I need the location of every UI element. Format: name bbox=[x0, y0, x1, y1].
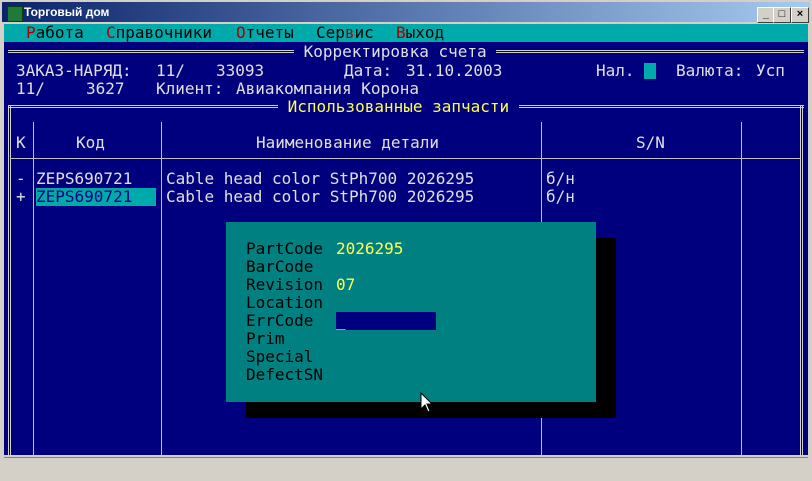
date-label: Дата: bbox=[344, 61, 393, 80]
console-area: Работа Справочники Отчеты Сервис Выход К… bbox=[4, 24, 808, 455]
col-header-sn: S/N bbox=[636, 133, 665, 152]
client-label: Клиент: bbox=[156, 79, 224, 98]
prim-label: Prim bbox=[246, 329, 285, 348]
row-code-highlighted[interactable]: ZEPS690721 bbox=[36, 188, 156, 206]
menu-spravochniki[interactable]: Справочники bbox=[106, 24, 212, 42]
row-mark: + bbox=[16, 187, 26, 206]
order-num-a: 11/ bbox=[156, 61, 185, 80]
partcode-value[interactable]: 2026295 bbox=[336, 240, 403, 258]
currency-value[interactable]: Усп bbox=[756, 62, 785, 80]
row-name: Cable head color StPh700 2026295 bbox=[166, 169, 475, 188]
parts-section-title: Использованные запчасти bbox=[278, 97, 519, 116]
col-header-code: Код bbox=[76, 133, 105, 152]
parts-right-border bbox=[800, 105, 803, 455]
currency-label: Валюта: bbox=[676, 61, 744, 80]
maximize-icon[interactable]: □ bbox=[773, 7, 791, 23]
nal-label: Нал. bbox=[596, 61, 635, 80]
revision-label: Revision bbox=[246, 275, 324, 294]
table-row[interactable]: - ZEPS690721 Cable head color StPh700 20… bbox=[10, 170, 800, 188]
app-window: Торговый дом _ □ × Работа Справочники От… bbox=[0, 0, 812, 481]
col-header-k: К bbox=[16, 133, 26, 152]
menu-servis[interactable]: Сервис bbox=[316, 24, 374, 42]
row-name: Cable head color StPh700 2026295 bbox=[166, 187, 475, 206]
close-icon[interactable]: × bbox=[791, 7, 809, 23]
order-num-b: 33093 bbox=[216, 61, 265, 80]
client-value: Авиакомпания Корона bbox=[236, 79, 420, 98]
menu-bar: Работа Справочники Отчеты Сервис Выход bbox=[4, 24, 808, 42]
nal-checkbox[interactable] bbox=[644, 63, 656, 79]
row-code: ZEPS690721 bbox=[36, 169, 133, 188]
date-value: 31.10.2003 bbox=[406, 61, 503, 80]
row-sn: б/н bbox=[546, 169, 575, 188]
status-bar bbox=[4, 457, 808, 478]
location-label: Location bbox=[246, 293, 324, 312]
part-details-dialog: PartCode 2026295 BarCode Revision 07 Loc… bbox=[226, 222, 596, 402]
errcode-input[interactable]: _ bbox=[336, 312, 436, 330]
menu-rabota[interactable]: Работа bbox=[26, 24, 84, 42]
frame-title: Корректировка счета bbox=[294, 42, 497, 61]
sub-num-b: 3627 bbox=[86, 79, 125, 98]
row-sn: б/н bbox=[546, 187, 575, 206]
app-icon bbox=[7, 6, 23, 22]
special-label: Special bbox=[246, 347, 314, 366]
errcode-label: ErrCode bbox=[246, 311, 314, 330]
barcode-label: BarCode bbox=[246, 257, 314, 276]
order-label: ЗАКАЗ-НАРЯД: bbox=[16, 61, 132, 80]
partcode-label: PartCode bbox=[246, 239, 324, 258]
revision-value[interactable]: 07 bbox=[336, 276, 355, 294]
menu-otchety[interactable]: Отчеты bbox=[236, 24, 294, 42]
col-header-name: Наименование детали bbox=[256, 133, 440, 152]
title-bar[interactable]: Торговый дом _ □ × bbox=[2, 2, 810, 23]
table-row-selected[interactable]: + ZEPS690721 Cable head color StPh700 20… bbox=[10, 188, 800, 206]
menu-vyhod[interactable]: Выход bbox=[396, 24, 444, 42]
mouse-cursor-icon bbox=[420, 392, 434, 413]
sub-num-a: 11/ bbox=[16, 79, 45, 98]
row-mark: - bbox=[16, 169, 26, 188]
window-title: Торговый дом bbox=[24, 5, 110, 19]
header-separator bbox=[10, 158, 800, 159]
defectsn-label: DefectSN bbox=[246, 365, 324, 384]
